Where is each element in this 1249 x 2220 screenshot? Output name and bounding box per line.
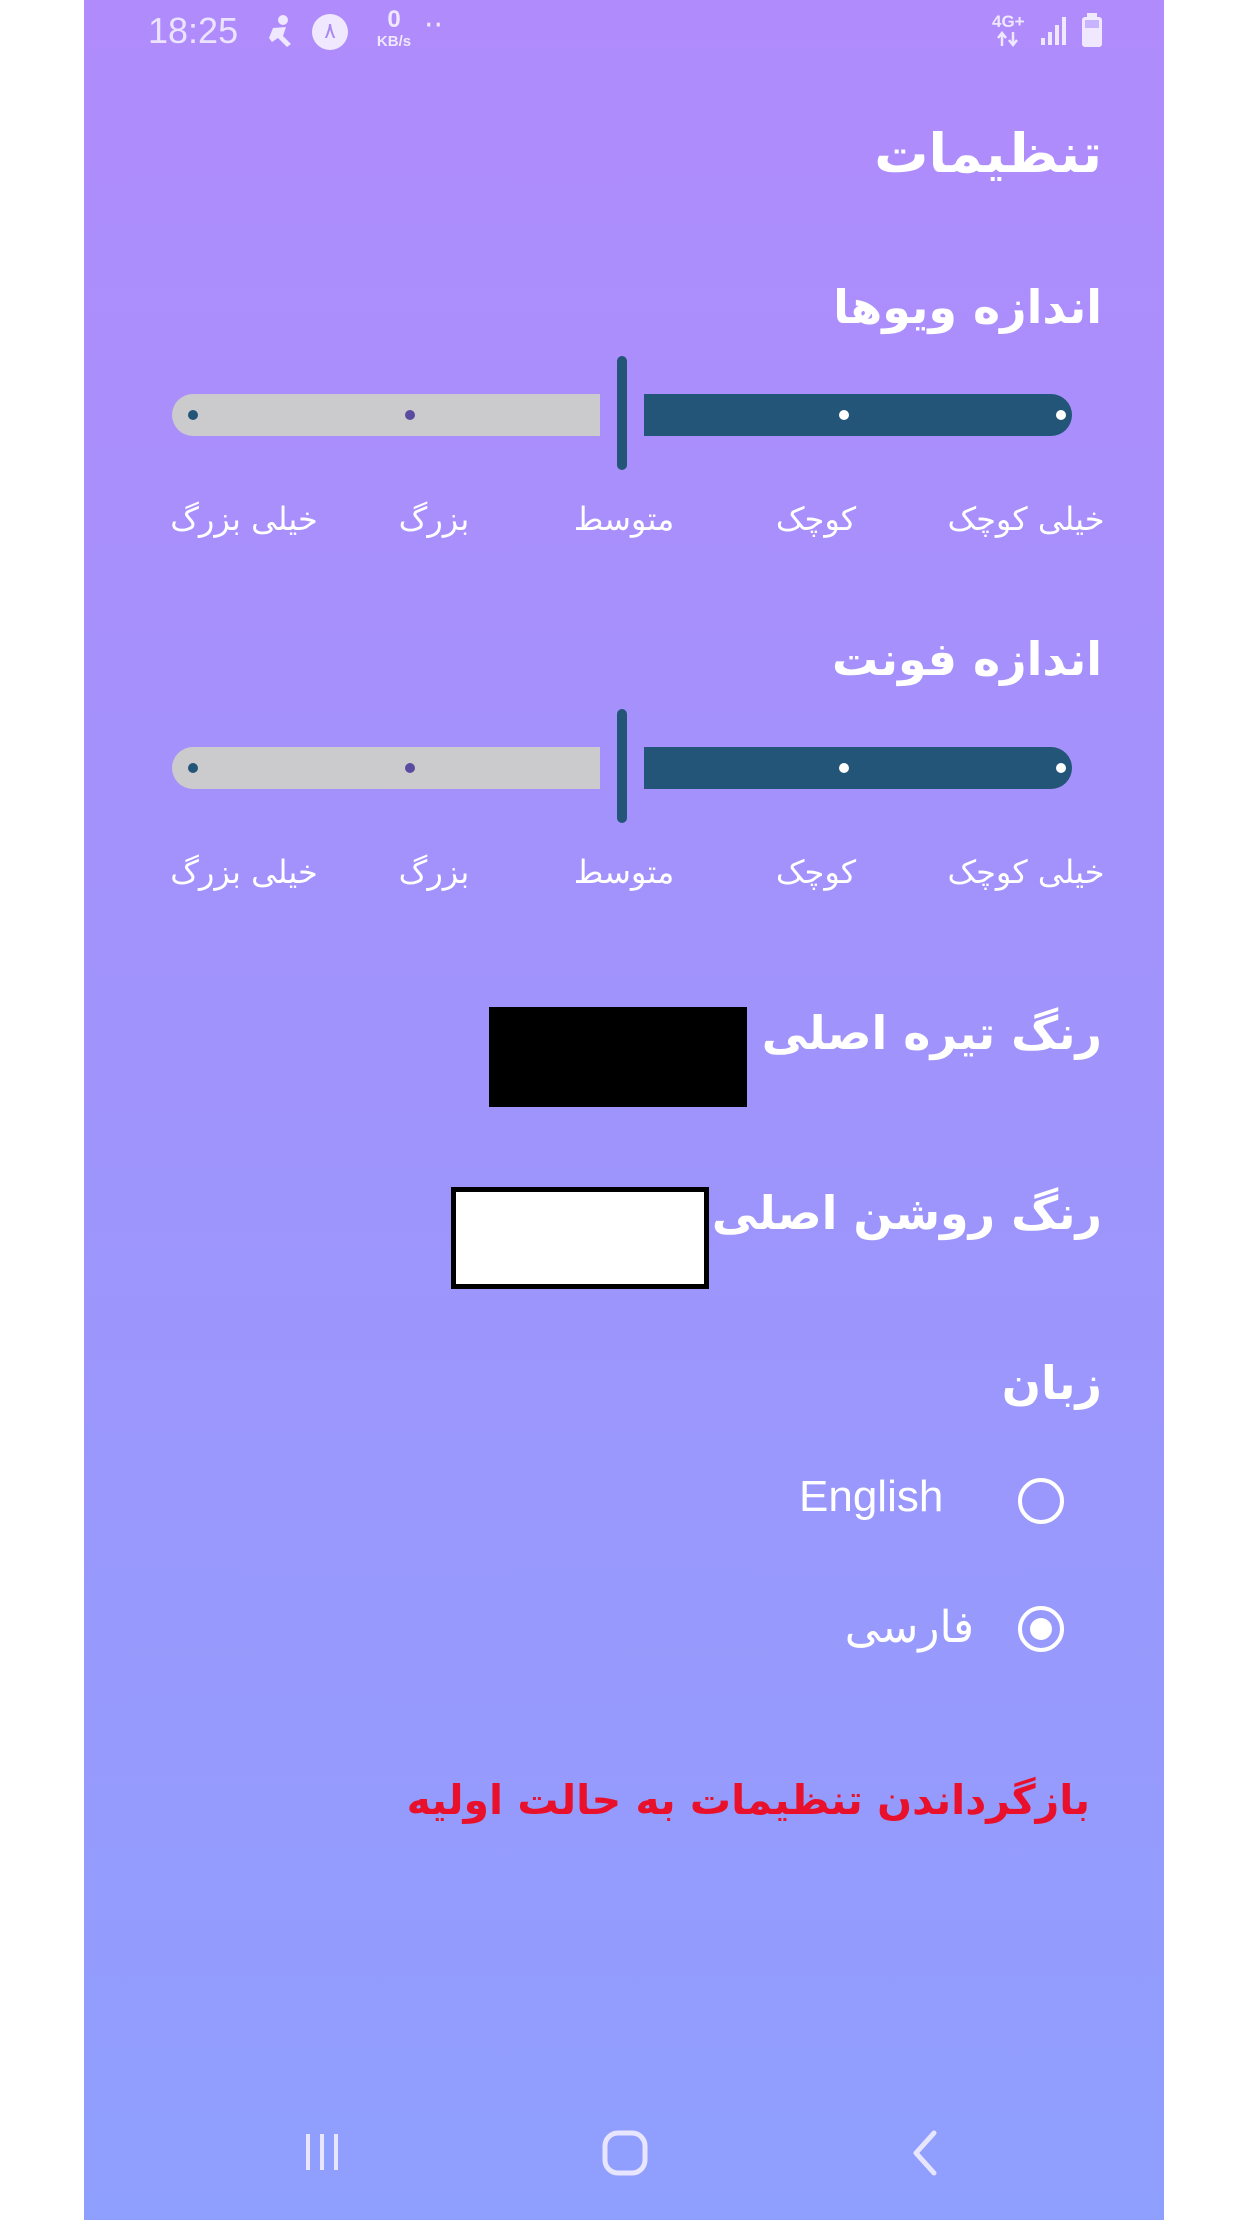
slider-track-inactive: [172, 394, 600, 436]
network-arrows-icon: [996, 30, 1026, 48]
font-size-slider[interactable]: [172, 707, 1072, 827]
slider-tick: [1056, 763, 1066, 773]
slider-tick: [188, 410, 198, 420]
view-size-heading: اندازه ویوها: [833, 280, 1102, 334]
radio-selected-dot: [1030, 1618, 1052, 1640]
status-time: 18:25: [148, 10, 239, 51]
home-icon[interactable]: [602, 2130, 648, 2176]
view-size-label-medium: متوسط: [573, 500, 675, 538]
notification-badge: ۸: [312, 14, 348, 50]
slider-tick: [188, 763, 198, 773]
language-option-farsi[interactable]: فارسی: [774, 1590, 1084, 1670]
farsi-label: فارسی: [844, 1603, 974, 1652]
slider-track-active: [644, 394, 1072, 436]
slider-track-inactive: [172, 747, 600, 789]
slider-tick: [839, 410, 849, 420]
data-rate-unit: KB/s: [376, 33, 412, 50]
signal-icon: [1040, 14, 1070, 46]
slider-track-active: [644, 747, 1072, 789]
view-size-slider[interactable]: [172, 354, 1072, 474]
slider-thumb[interactable]: [617, 356, 627, 470]
font-size-heading: اندازه فونت: [832, 632, 1102, 686]
back-icon[interactable]: [910, 2130, 940, 2176]
font-size-label-very-large: خیلی بزرگ: [170, 853, 318, 891]
data-rate-value: 0: [387, 6, 401, 33]
view-size-label-small: کوچک: [775, 500, 857, 538]
farsi-radio[interactable]: [1018, 1606, 1064, 1652]
accessibility-icon: [264, 14, 298, 50]
english-label: English: [799, 1472, 944, 1521]
font-size-label-large: بزرگ: [398, 853, 470, 891]
language-heading: زبان: [1001, 1356, 1102, 1410]
dark-color-swatch[interactable]: [489, 1007, 747, 1107]
settings-screen: 18:25 ۸ 0 KB/s ·· 4G+ تنظیمات اندازه ویو…: [84, 0, 1164, 2220]
overflow-dots: ··: [424, 8, 444, 43]
slider-tick: [839, 763, 849, 773]
english-radio[interactable]: [1018, 1478, 1064, 1524]
font-size-label-very-small: خیلی کوچک: [947, 853, 1105, 891]
slider-tick: [405, 763, 415, 773]
language-option-english[interactable]: English: [774, 1460, 1084, 1540]
dark-color-label: رنگ تیره اصلی: [761, 1006, 1102, 1060]
slider-thumb[interactable]: [617, 709, 627, 823]
font-size-label-medium: متوسط: [573, 853, 675, 891]
slider-tick: [405, 410, 415, 420]
reset-settings-button[interactable]: بازگرداندن تنظیمات به حالت اولیه: [407, 1776, 1090, 1824]
battery-icon: [1080, 12, 1104, 48]
light-color-label: رنگ روشن اصلی: [711, 1186, 1102, 1240]
recents-icon[interactable]: [302, 2132, 342, 2172]
view-size-label-large: بزرگ: [398, 500, 470, 538]
page-title: تنظیمات: [874, 122, 1102, 185]
light-color-swatch[interactable]: [451, 1187, 709, 1289]
font-size-label-small: کوچک: [775, 853, 857, 891]
view-size-label-very-small: خیلی کوچک: [947, 500, 1105, 538]
view-size-label-very-large: خیلی بزرگ: [170, 500, 318, 538]
slider-tick: [1056, 410, 1066, 420]
network-type-icon: 4G+: [992, 12, 1025, 31]
